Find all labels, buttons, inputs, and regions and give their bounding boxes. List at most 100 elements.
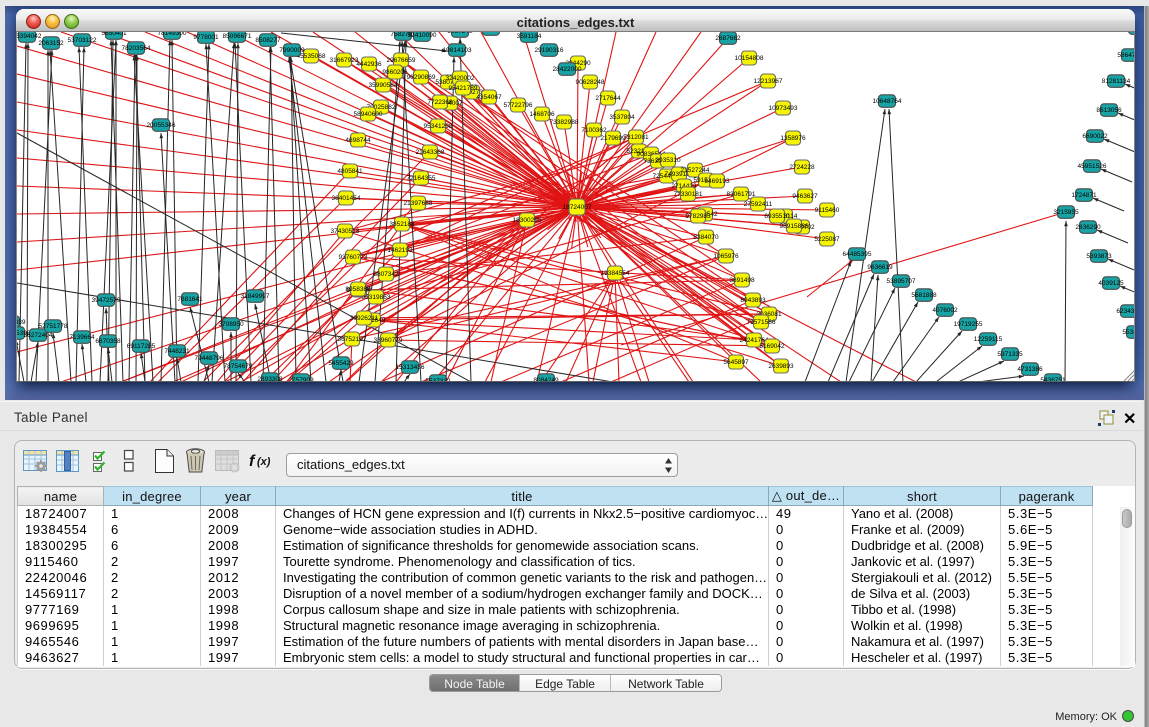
svg-text:9636619: 9636619 — [867, 264, 893, 271]
svg-text:5393873: 5393873 — [1086, 253, 1112, 260]
svg-text:93760773: 93760773 — [339, 254, 368, 261]
svg-text:90628248: 90628248 — [576, 79, 605, 86]
svg-text:45535068: 45535068 — [297, 53, 326, 60]
svg-text:8508277: 8508277 — [255, 37, 281, 44]
svg-text:3708950: 3708950 — [218, 321, 244, 328]
svg-text:64485395: 64485395 — [843, 251, 872, 258]
svg-text:27592411: 27592411 — [744, 201, 773, 208]
svg-text:(x): (x) — [257, 456, 271, 468]
svg-text:39472579: 39472579 — [92, 297, 121, 304]
svg-text:85096671: 85096671 — [223, 33, 252, 40]
svg-text:8943893: 8943893 — [740, 297, 766, 304]
svg-text:5436751: 5436751 — [1040, 377, 1066, 382]
svg-text:85394042: 85394042 — [17, 33, 42, 40]
svg-text:95421789: 95421789 — [449, 85, 478, 92]
svg-text:20055346: 20055346 — [147, 122, 176, 129]
svg-text:2179699: 2179699 — [600, 135, 626, 142]
svg-text:8807342: 8807342 — [373, 271, 399, 278]
svg-text:6469193: 6469193 — [704, 178, 730, 185]
svg-text:52410090: 52410090 — [408, 32, 437, 39]
svg-text:5455429: 5455429 — [328, 360, 354, 367]
svg-text:36752197: 36752197 — [338, 336, 367, 343]
svg-text:96319863: 96319863 — [362, 294, 391, 301]
svg-text:3215955: 3215955 — [1053, 209, 1079, 216]
svg-text:3852188: 3852188 — [389, 221, 415, 228]
svg-text:69117285: 69117285 — [127, 343, 156, 350]
svg-text:45951526: 45951526 — [1078, 163, 1107, 170]
svg-text:9782983: 9782983 — [685, 213, 711, 220]
svg-text:5037248: 5037248 — [447, 32, 473, 35]
svg-text:10973493: 10973493 — [769, 105, 798, 112]
svg-text:12213967: 12213967 — [754, 78, 783, 85]
svg-text:1468706: 1468706 — [529, 111, 555, 118]
svg-text:79571586: 79571586 — [747, 319, 776, 326]
svg-text:72164355: 72164355 — [407, 175, 436, 182]
svg-text:21397668: 21397668 — [404, 200, 433, 207]
svg-text:1462193: 1462193 — [387, 247, 413, 254]
svg-text:79448796: 79448796 — [195, 355, 224, 362]
svg-text:2639893: 2639893 — [768, 363, 794, 370]
svg-text:53703122: 53703122 — [68, 37, 97, 44]
svg-text:5864735: 5864735 — [1117, 52, 1135, 59]
svg-text:78203564: 78203564 — [122, 45, 151, 52]
svg-text:9860206: 9860206 — [382, 69, 408, 76]
svg-text:2836290: 2836290 — [1075, 224, 1101, 231]
svg-text:57722796: 57722796 — [504, 102, 533, 109]
svg-text:6935510: 6935510 — [764, 213, 790, 220]
svg-text:2935310: 2935310 — [655, 157, 681, 164]
svg-text:28422000: 28422000 — [553, 66, 582, 73]
svg-text:6234363: 6234363 — [1116, 308, 1135, 315]
svg-text:3591184: 3591184 — [517, 33, 542, 40]
svg-text:18724007: 18724007 — [563, 204, 592, 211]
svg-text:9115460: 9115460 — [815, 207, 840, 214]
svg-text:6690022: 6690022 — [1082, 133, 1108, 140]
svg-text:10648764: 10648764 — [873, 98, 902, 105]
svg-text:7722368: 7722368 — [427, 99, 453, 106]
svg-text:7448231: 7448231 — [164, 348, 190, 355]
svg-text:1724871: 1724871 — [1071, 192, 1097, 199]
svg-text:8384070: 8384070 — [693, 234, 719, 241]
svg-text:2063152: 2063152 — [38, 40, 64, 47]
svg-text:31667923: 31667923 — [330, 57, 359, 64]
svg-text:81281134: 81281134 — [1102, 78, 1131, 85]
svg-text:10154808: 10154808 — [735, 55, 764, 62]
svg-text:35990584: 35990584 — [369, 82, 398, 89]
svg-text:4698744: 4698744 — [345, 137, 371, 144]
svg-text:31849997: 31849997 — [241, 293, 270, 300]
svg-text:37430528: 37430528 — [331, 228, 360, 235]
svg-text:1358976: 1358976 — [780, 135, 806, 142]
svg-text:33960779: 33960779 — [374, 337, 403, 344]
svg-text:36272404: 36272404 — [24, 332, 53, 339]
svg-text:2687662: 2687662 — [715, 35, 741, 42]
svg-text:5371335: 5371335 — [997, 351, 1023, 358]
svg-text:7312081: 7312081 — [623, 134, 649, 141]
svg-text:4442936: 4442936 — [356, 61, 382, 68]
svg-text:5645897: 5645897 — [723, 359, 749, 366]
svg-text:19384554: 19384554 — [601, 270, 630, 277]
svg-text:7990009: 7990009 — [279, 47, 305, 54]
svg-text:8958388: 8958388 — [345, 286, 371, 293]
svg-text:19719255: 19719255 — [954, 321, 983, 328]
svg-text:2893308: 2893308 — [257, 376, 283, 382]
svg-text:5538612: 5538612 — [1122, 329, 1135, 336]
svg-text:73382988: 73382988 — [550, 119, 579, 126]
svg-text:5650401: 5650401 — [101, 32, 127, 37]
svg-text:78754679: 78754679 — [224, 363, 253, 370]
svg-text:2717644: 2717644 — [595, 95, 621, 102]
svg-text:1065976: 1065976 — [713, 253, 739, 260]
svg-text:77330181: 77330181 — [674, 191, 703, 198]
svg-text:79203339: 79203339 — [17, 319, 26, 326]
svg-text:52751778: 52751778 — [39, 323, 68, 330]
svg-text:21643368: 21643368 — [416, 149, 445, 156]
svg-text:6079806: 6079806 — [478, 32, 504, 33]
svg-text:36401454: 36401454 — [332, 195, 361, 202]
svg-text:6670358: 6670358 — [95, 338, 121, 345]
svg-text:53895707: 53895707 — [887, 278, 916, 285]
svg-text:2757909: 2757909 — [288, 377, 314, 382]
svg-text:4076002: 4076002 — [932, 307, 958, 314]
svg-text:5169042: 5169042 — [759, 343, 785, 350]
svg-text:4731386: 4731386 — [1017, 366, 1043, 373]
svg-text:7681641: 7681641 — [177, 296, 203, 303]
svg-text:7139664: 7139664 — [69, 334, 95, 341]
svg-text:78149300: 78149300 — [158, 32, 187, 37]
